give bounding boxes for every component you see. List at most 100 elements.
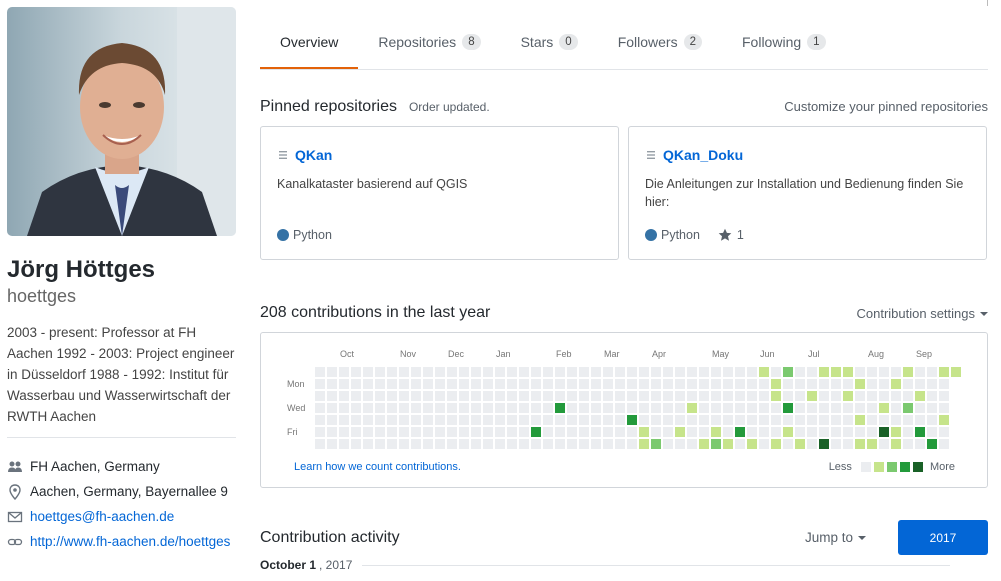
day-cell[interactable] <box>723 379 733 389</box>
day-cell[interactable] <box>567 403 577 413</box>
day-cell[interactable] <box>831 415 841 425</box>
day-cell[interactable] <box>591 379 601 389</box>
day-cell[interactable] <box>591 427 601 437</box>
day-cell[interactable] <box>903 403 913 413</box>
day-cell[interactable] <box>351 439 361 449</box>
day-cell[interactable] <box>339 427 349 437</box>
repo-name-link[interactable]: QKan_Doku <box>663 147 743 163</box>
day-cell[interactable] <box>423 427 433 437</box>
day-cell[interactable] <box>567 415 577 425</box>
day-cell[interactable] <box>843 367 853 377</box>
day-cell[interactable] <box>699 391 709 401</box>
day-cell[interactable] <box>951 367 961 377</box>
day-cell[interactable] <box>387 403 397 413</box>
day-cell[interactable] <box>327 391 337 401</box>
day-cell[interactable] <box>315 439 325 449</box>
day-cell[interactable] <box>915 391 925 401</box>
day-cell[interactable] <box>795 415 805 425</box>
day-cell[interactable] <box>471 403 481 413</box>
day-cell[interactable] <box>411 403 421 413</box>
day-cell[interactable] <box>783 367 793 377</box>
day-cell[interactable] <box>327 367 337 377</box>
day-cell[interactable] <box>663 427 673 437</box>
day-cell[interactable] <box>639 367 649 377</box>
day-cell[interactable] <box>723 367 733 377</box>
day-cell[interactable] <box>603 367 613 377</box>
day-cell[interactable] <box>399 439 409 449</box>
day-cell[interactable] <box>651 367 661 377</box>
day-cell[interactable] <box>735 427 745 437</box>
day-cell[interactable] <box>555 427 565 437</box>
day-cell[interactable] <box>915 367 925 377</box>
day-cell[interactable] <box>759 415 769 425</box>
day-cell[interactable] <box>795 379 805 389</box>
day-cell[interactable] <box>363 367 373 377</box>
day-cell[interactable] <box>771 391 781 401</box>
day-cell[interactable] <box>891 415 901 425</box>
day-cell[interactable] <box>651 403 661 413</box>
day-cell[interactable] <box>567 427 577 437</box>
day-cell[interactable] <box>795 367 805 377</box>
day-cell[interactable] <box>603 427 613 437</box>
day-cell[interactable] <box>447 391 457 401</box>
day-cell[interactable] <box>939 427 949 437</box>
day-cell[interactable] <box>891 427 901 437</box>
day-cell[interactable] <box>747 391 757 401</box>
day-cell[interactable] <box>351 427 361 437</box>
day-cell[interactable] <box>375 379 385 389</box>
day-cell[interactable] <box>783 391 793 401</box>
day-cell[interactable] <box>555 367 565 377</box>
day-cell[interactable] <box>579 415 589 425</box>
day-cell[interactable] <box>423 367 433 377</box>
day-cell[interactable] <box>375 415 385 425</box>
tab-repositories[interactable]: Repositories 8 <box>358 16 500 67</box>
day-cell[interactable] <box>903 415 913 425</box>
day-cell[interactable] <box>807 367 817 377</box>
day-cell[interactable] <box>711 379 721 389</box>
day-cell[interactable] <box>435 367 445 377</box>
day-cell[interactable] <box>783 403 793 413</box>
day-cell[interactable] <box>459 415 469 425</box>
tab-overview[interactable]: Overview <box>260 16 359 69</box>
day-cell[interactable] <box>915 379 925 389</box>
day-cell[interactable] <box>891 391 901 401</box>
tab-following[interactable]: Following 1 <box>722 16 846 67</box>
day-cell[interactable] <box>375 403 385 413</box>
day-cell[interactable] <box>459 439 469 449</box>
day-cell[interactable] <box>627 415 637 425</box>
day-cell[interactable] <box>459 367 469 377</box>
day-cell[interactable] <box>471 415 481 425</box>
day-cell[interactable] <box>675 391 685 401</box>
day-cell[interactable] <box>663 379 673 389</box>
day-cell[interactable] <box>831 403 841 413</box>
day-cell[interactable] <box>399 403 409 413</box>
day-cell[interactable] <box>651 439 661 449</box>
day-cell[interactable] <box>855 439 865 449</box>
day-cell[interactable] <box>759 379 769 389</box>
day-cell[interactable] <box>687 403 697 413</box>
day-cell[interactable] <box>459 379 469 389</box>
day-cell[interactable] <box>339 415 349 425</box>
day-cell[interactable] <box>711 403 721 413</box>
day-cell[interactable] <box>495 427 505 437</box>
day-cell[interactable] <box>447 367 457 377</box>
day-cell[interactable] <box>771 439 781 449</box>
day-cell[interactable] <box>867 403 877 413</box>
day-cell[interactable] <box>447 403 457 413</box>
day-cell[interactable] <box>327 427 337 437</box>
day-cell[interactable] <box>567 379 577 389</box>
day-cell[interactable] <box>759 439 769 449</box>
day-cell[interactable] <box>423 439 433 449</box>
day-cell[interactable] <box>351 379 361 389</box>
day-cell[interactable] <box>783 427 793 437</box>
day-cell[interactable] <box>747 403 757 413</box>
day-cell[interactable] <box>399 415 409 425</box>
day-cell[interactable] <box>639 427 649 437</box>
day-cell[interactable] <box>663 367 673 377</box>
day-cell[interactable] <box>735 415 745 425</box>
day-cell[interactable] <box>483 439 493 449</box>
day-cell[interactable] <box>339 439 349 449</box>
day-cell[interactable] <box>579 439 589 449</box>
day-cell[interactable] <box>663 439 673 449</box>
day-cell[interactable] <box>591 403 601 413</box>
